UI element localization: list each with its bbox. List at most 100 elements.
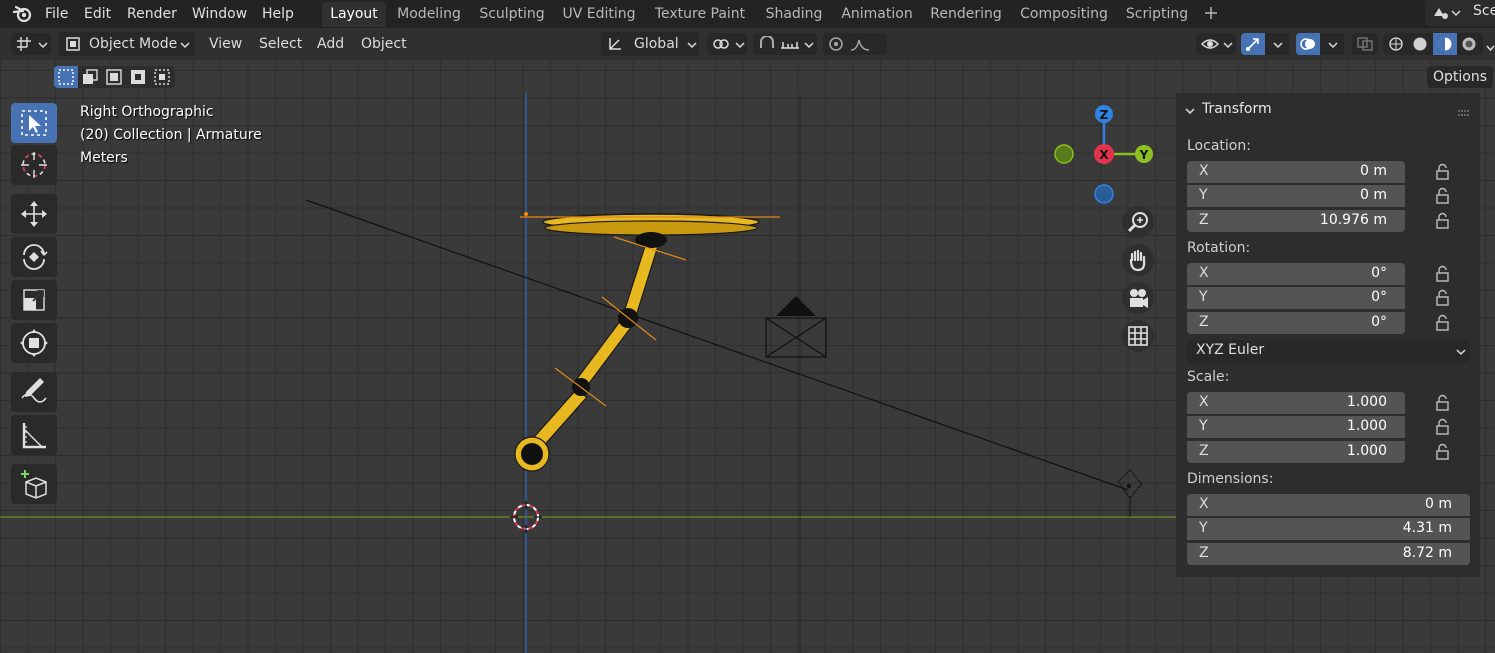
chevron-down-icon — [180, 42, 190, 49]
chevron-down-icon — [1451, 10, 1461, 17]
zoom-button[interactable] — [1122, 206, 1154, 238]
object-mode-icon — [66, 37, 80, 51]
menu-window[interactable]: Window — [192, 3, 247, 25]
tab-rendering[interactable]: Rendering — [926, 2, 1006, 27]
field-value: 8.72 m — [1402, 545, 1452, 561]
proportional-editing[interactable] — [823, 33, 887, 55]
shading-modes[interactable] — [1383, 33, 1483, 55]
gizmo-neg-y-icon — [1054, 144, 1074, 164]
rotation-y-field[interactable]: Y 0° — [1187, 287, 1405, 309]
chevron-down-icon — [1223, 42, 1233, 49]
lock-icon[interactable] — [1434, 212, 1452, 230]
location-x-field[interactable]: X 0 m — [1187, 161, 1405, 183]
axis-label: X — [1199, 163, 1209, 179]
lock-icon[interactable] — [1434, 443, 1452, 461]
gizmo-x-label: X — [1099, 148, 1109, 162]
camera-object[interactable] — [1117, 469, 1143, 517]
visibility-dropdown[interactable] — [1196, 33, 1236, 55]
menu-object[interactable]: Object — [361, 32, 407, 56]
tab-sculpting[interactable]: Sculpting — [475, 2, 549, 27]
tab-scripting[interactable]: Scripting — [1121, 2, 1193, 27]
dimensions-z-field[interactable]: Z 8.72 m — [1187, 543, 1470, 565]
editor-type-selector[interactable] — [11, 33, 51, 55]
orientation-icon — [609, 38, 621, 50]
location-label: Location: — [1187, 138, 1251, 154]
camera-view-button[interactable] — [1122, 282, 1154, 314]
orientation-dropdown[interactable]: Global — [601, 32, 699, 56]
lock-icon[interactable] — [1434, 187, 1452, 205]
gizmo-neg-z-icon — [1094, 184, 1114, 204]
navigation-gizmo[interactable]: Z Y X — [1050, 100, 1160, 210]
tab-texture-paint[interactable]: Texture Paint — [649, 2, 751, 27]
snap-increment-icon — [781, 42, 799, 49]
field-value: 0 m — [1360, 163, 1387, 179]
chevron-down-icon — [735, 42, 745, 49]
dimensions-x-field[interactable]: X 0 m — [1187, 494, 1470, 516]
location-y-field[interactable]: Y 0 m — [1187, 185, 1405, 207]
grid-icon — [1128, 326, 1148, 346]
menu-add[interactable]: Add — [317, 32, 344, 56]
rotation-mode-dropdown[interactable]: XYZ Euler — [1187, 340, 1470, 363]
wireframe-shading-icon — [1389, 37, 1403, 51]
dimensions-label: Dimensions: — [1187, 471, 1274, 487]
options-button[interactable]: Options — [1427, 66, 1493, 88]
tab-uv-editing[interactable]: UV Editing — [558, 2, 640, 27]
panel-collapse-icon[interactable] — [1184, 104, 1196, 120]
menu-edit[interactable]: Edit — [84, 3, 111, 25]
lock-icon[interactable] — [1434, 418, 1452, 436]
rotation-x-field[interactable]: X 0° — [1187, 263, 1405, 285]
scale-label: Scale: — [1187, 369, 1230, 385]
gizmo-toggle[interactable] — [1241, 33, 1289, 55]
light-object[interactable] — [765, 296, 827, 358]
lock-icon[interactable] — [1434, 394, 1452, 412]
axis-label: Z — [1199, 212, 1209, 228]
scale-x-field[interactable]: X 1.000 — [1187, 392, 1405, 414]
overlays-icon — [1300, 38, 1315, 50]
panel-title[interactable]: Transform — [1202, 101, 1272, 117]
lock-icon[interactable] — [1434, 289, 1452, 307]
axis-label: X — [1199, 496, 1209, 512]
mode-dropdown[interactable]: Object Mode — [59, 32, 195, 56]
snapping-dropdown[interactable] — [753, 33, 817, 55]
overlays-toggle[interactable] — [1296, 33, 1344, 55]
lock-icon[interactable] — [1434, 163, 1452, 181]
armature[interactable] — [514, 212, 780, 472]
ortho-toggle-button[interactable] — [1122, 320, 1154, 352]
panel-drag-handle-icon[interactable] — [1457, 105, 1471, 121]
scale-y-field[interactable]: Y 1.000 — [1187, 416, 1405, 438]
lock-icon[interactable] — [1434, 265, 1452, 283]
pan-button[interactable] — [1122, 244, 1154, 276]
menu-file[interactable]: File — [45, 3, 68, 25]
solid-shading-icon — [1413, 37, 1427, 51]
scene-selector[interactable]: Sce — [1425, 0, 1495, 26]
zoom-icon — [1127, 212, 1148, 233]
dimensions-y-field[interactable]: Y 4.31 m — [1187, 518, 1470, 540]
xray-toggle[interactable] — [1352, 33, 1378, 55]
menu-render[interactable]: Render — [127, 3, 177, 25]
scale-z-field[interactable]: Z 1.000 — [1187, 441, 1405, 463]
proportional-edit-icon — [829, 37, 843, 51]
location-z-field[interactable]: Z 10.976 m — [1187, 210, 1405, 232]
pivot-point-dropdown[interactable] — [707, 33, 747, 55]
tab-modeling[interactable]: Modeling — [393, 2, 465, 27]
shading-dropdown-icon[interactable] — [1486, 40, 1495, 56]
gizmo-y-label: Y — [1139, 148, 1149, 162]
tab-shading[interactable]: Shading — [760, 2, 828, 27]
rendered-shading-icon — [1462, 37, 1476, 51]
field-value: 0° — [1371, 314, 1387, 330]
gizmo-icon — [1246, 38, 1259, 51]
link-icon — [713, 39, 729, 49]
lock-icon[interactable] — [1434, 314, 1452, 332]
axis-label: Z — [1199, 443, 1209, 459]
menu-help[interactable]: Help — [262, 3, 294, 25]
tab-layout[interactable]: Layout — [322, 2, 386, 27]
blender-logo-icon[interactable] — [12, 3, 34, 25]
tab-compositing[interactable]: Compositing — [1016, 2, 1112, 27]
menu-view[interactable]: View — [209, 32, 242, 56]
rotation-z-field[interactable]: Z 0° — [1187, 312, 1405, 334]
tab-animation[interactable]: Animation — [836, 2, 918, 27]
mode-label: Object Mode — [89, 36, 178, 52]
add-workspace-icon[interactable] — [1202, 4, 1220, 22]
xray-icon — [1357, 37, 1373, 51]
menu-select[interactable]: Select — [259, 32, 302, 56]
